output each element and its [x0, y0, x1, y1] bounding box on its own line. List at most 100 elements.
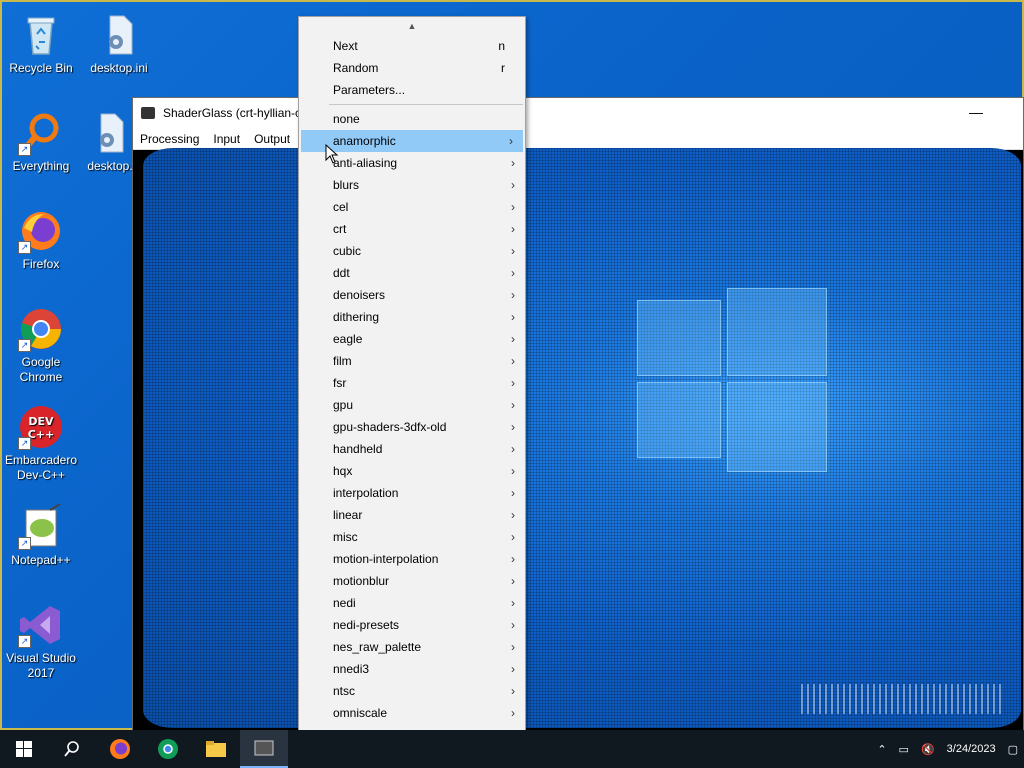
desktop-icon-notepadpp[interactable]: ↗ Notepad++	[2, 503, 80, 568]
menu-item-none[interactable]: none	[299, 108, 525, 130]
chevron-right-icon: ›	[511, 530, 515, 544]
recycle-bin-icon	[18, 12, 64, 58]
menu-item-omniscale[interactable]: omniscale ›	[299, 702, 525, 724]
menu-item-nedi[interactable]: nedi ›	[299, 592, 525, 614]
search-button[interactable]	[48, 730, 96, 768]
menu-item-label: anti-aliasing	[333, 156, 398, 170]
menu-item-shortcut: n	[498, 39, 505, 53]
menu-item-label: anamorphic	[333, 134, 396, 148]
chevron-right-icon: ›	[511, 552, 515, 566]
desktop-icon-label: Recycle Bin	[9, 61, 73, 75]
menu-output[interactable]: Output	[247, 132, 297, 146]
desktop-icon-label: Firefox	[22, 257, 60, 271]
desktop-icon-visual-studio[interactable]: ↗ Visual Studio 2017	[2, 602, 80, 681]
menu-item-crt[interactable]: crt ›	[299, 218, 525, 240]
menu-item-nes-raw-palette[interactable]: nes_raw_palette ›	[299, 636, 525, 658]
start-button[interactable]	[0, 730, 48, 768]
menu-item-hqx[interactable]: hqx ›	[299, 460, 525, 482]
minimize-button[interactable]: —	[969, 104, 983, 120]
chevron-right-icon: ›	[511, 684, 515, 698]
chevron-right-icon: ›	[511, 486, 515, 500]
desktop-icon-desktop-ini-2[interactable]: desktop.	[80, 110, 140, 174]
menu-item-eagle[interactable]: eagle ›	[299, 328, 525, 350]
taskbar-shaderglass[interactable]	[240, 730, 288, 768]
menu-item-next[interactable]: Next n	[299, 35, 525, 57]
menu-item-gpu-shaders-3dfx-old[interactable]: gpu-shaders-3dfx-old ›	[299, 416, 525, 438]
chevron-up-icon[interactable]: ⌃	[877, 743, 886, 756]
menu-item-interpolation[interactable]: interpolation ›	[299, 482, 525, 504]
shader-context-menu[interactable]: ▲ Next n Random r Parameters... none anamorph…	[298, 16, 526, 766]
menu-item-denoisers[interactable]: denoisers ›	[299, 284, 525, 306]
shortcut-arrow-icon: ↗	[18, 537, 31, 550]
chevron-right-icon: ›	[511, 508, 515, 522]
shortcut-arrow-icon: ↗	[18, 241, 31, 254]
menu-processing[interactable]: Processing	[133, 132, 206, 146]
taskbar-file-explorer[interactable]	[192, 730, 240, 768]
menu-item-film[interactable]: film ›	[299, 350, 525, 372]
chevron-right-icon: ›	[511, 156, 515, 170]
menu-item-label: Random	[333, 61, 379, 75]
desktop-icon-google-chrome[interactable]: ↗ Google Chrome	[2, 306, 80, 385]
menu-item-label: blurs	[333, 178, 360, 192]
menu-item-parameters[interactable]: Parameters...	[299, 79, 525, 101]
menu-item-label: film	[333, 354, 352, 368]
menu-item-nedi-presets[interactable]: nedi-presets ›	[299, 614, 525, 636]
windows-logo-pane	[727, 382, 827, 472]
menu-item-misc[interactable]: misc ›	[299, 526, 525, 548]
desktop-icon-firefox[interactable]: ↗ Firefox	[2, 208, 80, 272]
desktop-icon-recycle-bin[interactable]: Recycle Bin	[2, 12, 80, 76]
taskbar-firefox[interactable]	[96, 730, 144, 768]
desktop-icon-everything[interactable]: ↗ Everything	[2, 110, 80, 174]
chevron-right-icon: ›	[511, 376, 515, 390]
search-icon	[64, 741, 79, 757]
volume-muted-icon[interactable]: 🔇	[921, 743, 935, 756]
taskbar-chrome[interactable]	[144, 730, 192, 768]
shaderglass-window[interactable]: ShaderGlass (crt-hyllian-c — Processing …	[132, 97, 1024, 737]
window-titlebar[interactable]: ShaderGlass (crt-hyllian-c —	[133, 98, 1023, 128]
menu-item-shortcut: r	[501, 61, 505, 75]
menu-item-blurs[interactable]: blurs ›	[299, 174, 525, 196]
network-icon[interactable]: ▭	[899, 743, 909, 756]
menu-item-cel[interactable]: cel ›	[299, 196, 525, 218]
menu-item-label: gpu	[333, 398, 354, 412]
desktop-icon-label: Notepad++	[11, 553, 71, 567]
menu-item-fsr[interactable]: fsr ›	[299, 372, 525, 394]
svg-text:C++: C++	[28, 428, 55, 441]
menu-item-random[interactable]: Random r	[299, 57, 525, 79]
notifications-icon[interactable]: ▢	[1008, 743, 1018, 756]
desktop-icon-devcpp[interactable]: DEV C++ ↗ Embarcadero Dev-C++	[2, 404, 80, 483]
menu-item-label: nedi	[333, 596, 356, 610]
chevron-right-icon: ›	[511, 618, 515, 632]
desktop-icon-label: Embarcadero Dev-C++	[4, 453, 78, 482]
menu-item-gpu[interactable]: gpu ›	[299, 394, 525, 416]
menu-item-label: nes_raw_palette	[333, 640, 422, 654]
chevron-right-icon: ›	[511, 354, 515, 368]
menu-item-motionblur[interactable]: motionblur ›	[299, 570, 525, 592]
menu-item-cubic[interactable]: cubic ›	[299, 240, 525, 262]
menu-item-label: denoisers	[333, 288, 386, 302]
desktop-icon-desktop-ini[interactable]: desktop.ini	[80, 12, 158, 76]
menu-item-motion-interpolation[interactable]: motion-interpolation ›	[299, 548, 525, 570]
menu-item-label: cel	[333, 200, 349, 214]
chevron-right-icon: ›	[511, 178, 515, 192]
menu-item-label: Next	[333, 39, 358, 53]
menu-item-dithering[interactable]: dithering ›	[299, 306, 525, 328]
menu-item-handheld[interactable]: handheld ›	[299, 438, 525, 460]
menu-item-label: motionblur	[333, 574, 390, 588]
chevron-right-icon: ›	[511, 310, 515, 324]
app-icon	[141, 107, 155, 119]
gear-file-icon	[87, 110, 133, 156]
menu-input[interactable]: Input	[206, 132, 247, 146]
menu-item-label: eagle	[333, 332, 363, 346]
scroll-up-arrow-icon[interactable]: ▲	[299, 17, 525, 35]
menu-item-label: linear	[333, 508, 363, 522]
menu-item-label: fsr	[333, 376, 347, 390]
window-title: ShaderGlass (crt-hyllian-c	[163, 106, 302, 120]
chevron-right-icon: ›	[511, 332, 515, 346]
menu-item-linear[interactable]: linear ›	[299, 504, 525, 526]
clock-date[interactable]: 3/24/2023	[947, 743, 996, 755]
menu-item-ntsc[interactable]: ntsc ›	[299, 680, 525, 702]
menu-item-ddt[interactable]: ddt ›	[299, 262, 525, 284]
firefox-icon	[110, 739, 130, 759]
menu-item-nnedi3[interactable]: nnedi3 ›	[299, 658, 525, 680]
